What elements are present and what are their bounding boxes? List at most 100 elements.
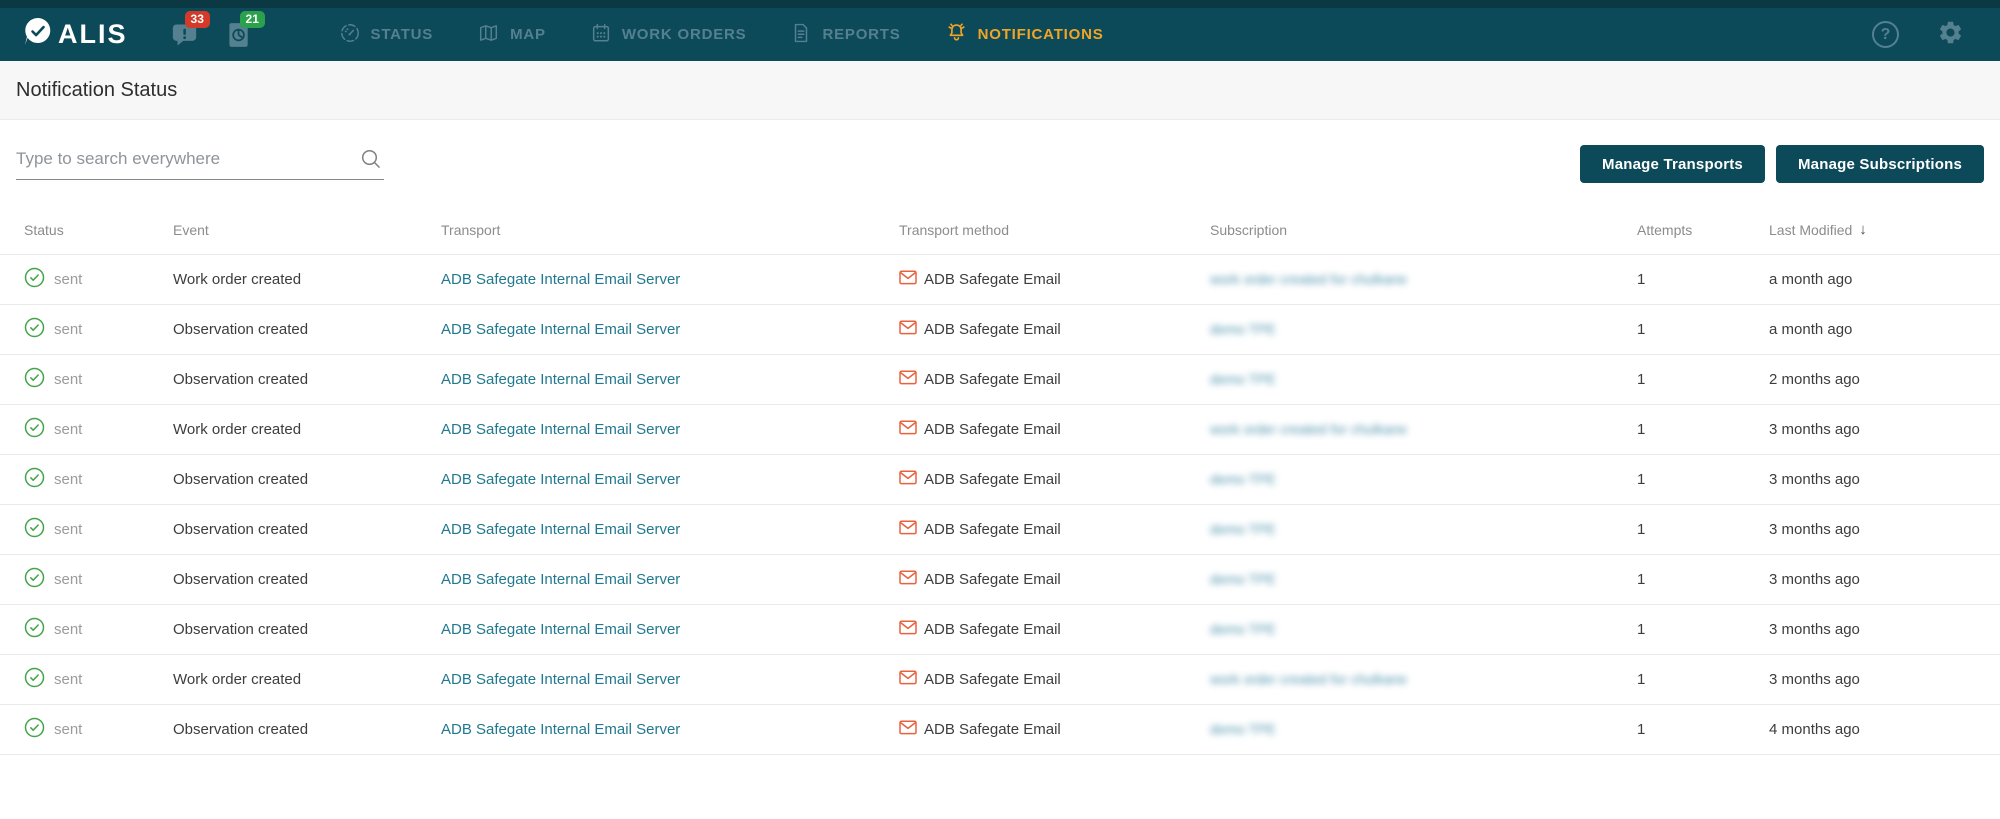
subscription-label-redacted[interactable]: demo TPE <box>1210 621 1276 637</box>
transport-link[interactable]: ADB Safegate Internal Email Server <box>441 271 680 288</box>
event-cell: Observation created <box>173 571 309 588</box>
status-label: sent <box>54 721 83 738</box>
subscription-label-redacted[interactable]: demo TPE <box>1210 521 1276 537</box>
subscription-label-redacted[interactable]: demo TPE <box>1210 571 1276 587</box>
nav-label-notifications: NOTIFICATIONS <box>977 26 1104 43</box>
envelope-icon <box>899 620 917 639</box>
chat-messages-button[interactable]: 33 <box>170 10 210 49</box>
nav-item-status[interactable]: STATUS <box>339 22 434 48</box>
transport-method-label: ADB Safegate Email <box>924 571 1061 588</box>
table-row[interactable]: sent Observation created ADB Safegate In… <box>0 355 2000 405</box>
envelope-icon <box>899 370 917 389</box>
transport-link[interactable]: ADB Safegate Internal Email Server <box>441 621 680 638</box>
transport-link[interactable]: ADB Safegate Internal Email Server <box>441 371 680 388</box>
column-header-transport-method[interactable]: Transport method <box>899 222 1210 238</box>
nav-item-work-orders[interactable]: WORK ORDERS <box>590 22 747 48</box>
transport-method-label: ADB Safegate Email <box>924 421 1061 438</box>
nav-item-notifications[interactable]: NOTIFICATIONS <box>945 21 1104 48</box>
transport-link[interactable]: ADB Safegate Internal Email Server <box>441 721 680 738</box>
activity-report-button[interactable]: 21 <box>225 10 265 49</box>
table-row[interactable]: sent Work order created ADB Safegate Int… <box>0 655 2000 705</box>
manage-transports-button[interactable]: Manage Transports <box>1580 145 1765 183</box>
event-cell: Work order created <box>173 671 302 688</box>
transport-cell: ADB Safegate Internal Email Server <box>441 421 899 438</box>
attempts-cell: 1 <box>1637 571 1646 588</box>
bell-icon <box>945 21 968 48</box>
page-header: Notification Status <box>0 61 2000 120</box>
table-body: sent Work order created ADB Safegate Int… <box>0 255 2000 755</box>
nav-item-map[interactable]: MAP <box>477 22 546 48</box>
column-header-last-modified[interactable]: Last Modified ↓ <box>1769 221 1984 238</box>
subscription-label-redacted[interactable]: demo TPE <box>1210 721 1276 737</box>
column-header-transport[interactable]: Transport <box>441 222 899 238</box>
nav-item-reports[interactable]: REPORTS <box>790 22 900 48</box>
subscription-cell: demo TPE <box>1210 571 1637 588</box>
table-row[interactable]: sent Observation created ADB Safegate In… <box>0 455 2000 505</box>
last-modified-cell: 3 months ago <box>1769 521 1860 538</box>
subscription-label-redacted[interactable]: demo TPE <box>1210 321 1276 337</box>
table-row[interactable]: sent Observation created ADB Safegate In… <box>0 705 2000 755</box>
transport-cell: ADB Safegate Internal Email Server <box>441 321 899 338</box>
transport-method-label: ADB Safegate Email <box>924 471 1061 488</box>
app-logo[interactable]: ALIS <box>22 16 128 53</box>
subscription-label-redacted[interactable]: work order created for chulkane <box>1210 271 1407 287</box>
search-input[interactable] <box>16 145 384 180</box>
nav-right-icons: ? <box>1872 19 1964 51</box>
check-circle-icon <box>24 517 45 542</box>
last-modified-cell: 3 months ago <box>1769 471 1860 488</box>
attempts-cell: 1 <box>1637 421 1646 438</box>
subscription-label-redacted[interactable]: demo TPE <box>1210 471 1276 487</box>
table-row[interactable]: sent Observation created ADB Safegate In… <box>0 605 2000 655</box>
table-row[interactable]: sent Observation created ADB Safegate In… <box>0 305 2000 355</box>
status-cell: sent <box>24 567 173 592</box>
transport-link[interactable]: ADB Safegate Internal Email Server <box>441 471 680 488</box>
status-cell: sent <box>24 367 173 392</box>
subscription-label-redacted[interactable]: work order created for chulkane <box>1210 421 1407 437</box>
column-header-subscription[interactable]: Subscription <box>1210 222 1637 238</box>
status-label: sent <box>54 421 83 438</box>
column-header-status[interactable]: Status <box>24 222 173 238</box>
transport-link[interactable]: ADB Safegate Internal Email Server <box>441 671 680 688</box>
status-label: sent <box>54 521 83 538</box>
tasks-badge: 21 <box>239 10 265 28</box>
check-circle-icon <box>24 667 45 692</box>
transport-method-cell: ADB Safegate Email <box>899 720 1210 739</box>
transport-method-cell: ADB Safegate Email <box>899 570 1210 589</box>
subscription-label-redacted[interactable]: demo TPE <box>1210 371 1276 387</box>
transport-link[interactable]: ADB Safegate Internal Email Server <box>441 421 680 438</box>
event-cell: Observation created <box>173 521 309 538</box>
document-icon <box>790 22 812 48</box>
manage-subscriptions-button[interactable]: Manage Subscriptions <box>1775 145 1984 183</box>
subscription-cell: demo TPE <box>1210 521 1637 538</box>
transport-method-cell: ADB Safegate Email <box>899 670 1210 689</box>
attempts-cell: 1 <box>1637 621 1646 638</box>
status-label: sent <box>54 321 83 338</box>
table-row[interactable]: sent Observation created ADB Safegate In… <box>0 505 2000 555</box>
check-circle-icon <box>24 567 45 592</box>
event-cell: Observation created <box>173 721 309 738</box>
gear-icon[interactable] <box>1937 19 1964 51</box>
status-label: sent <box>54 371 83 388</box>
check-circle-icon <box>24 267 45 292</box>
column-header-attempts[interactable]: Attempts <box>1637 222 1769 238</box>
help-icon[interactable]: ? <box>1872 21 1899 48</box>
transport-link[interactable]: ADB Safegate Internal Email Server <box>441 321 680 338</box>
table-row[interactable]: sent Work order created ADB Safegate Int… <box>0 405 2000 455</box>
transport-cell: ADB Safegate Internal Email Server <box>441 621 899 638</box>
column-header-event[interactable]: Event <box>173 222 441 238</box>
subscription-cell: demo TPE <box>1210 471 1637 488</box>
last-modified-cell: 2 months ago <box>1769 371 1860 388</box>
transport-link[interactable]: ADB Safegate Internal Email Server <box>441 521 680 538</box>
calendar-icon <box>590 22 612 48</box>
sort-descending-icon[interactable]: ↓ <box>1859 221 1867 238</box>
transport-cell: ADB Safegate Internal Email Server <box>441 671 899 688</box>
subscription-label-redacted[interactable]: work order created for chulkane <box>1210 671 1407 687</box>
last-modified-cell: 3 months ago <box>1769 571 1860 588</box>
transport-link[interactable]: ADB Safegate Internal Email Server <box>441 571 680 588</box>
transport-method-cell: ADB Safegate Email <box>899 470 1210 489</box>
table-row[interactable]: sent Observation created ADB Safegate In… <box>0 555 2000 605</box>
table-row[interactable]: sent Work order created ADB Safegate Int… <box>0 255 2000 305</box>
status-label: sent <box>54 621 83 638</box>
event-cell: Observation created <box>173 621 309 638</box>
attempts-cell: 1 <box>1637 721 1646 738</box>
